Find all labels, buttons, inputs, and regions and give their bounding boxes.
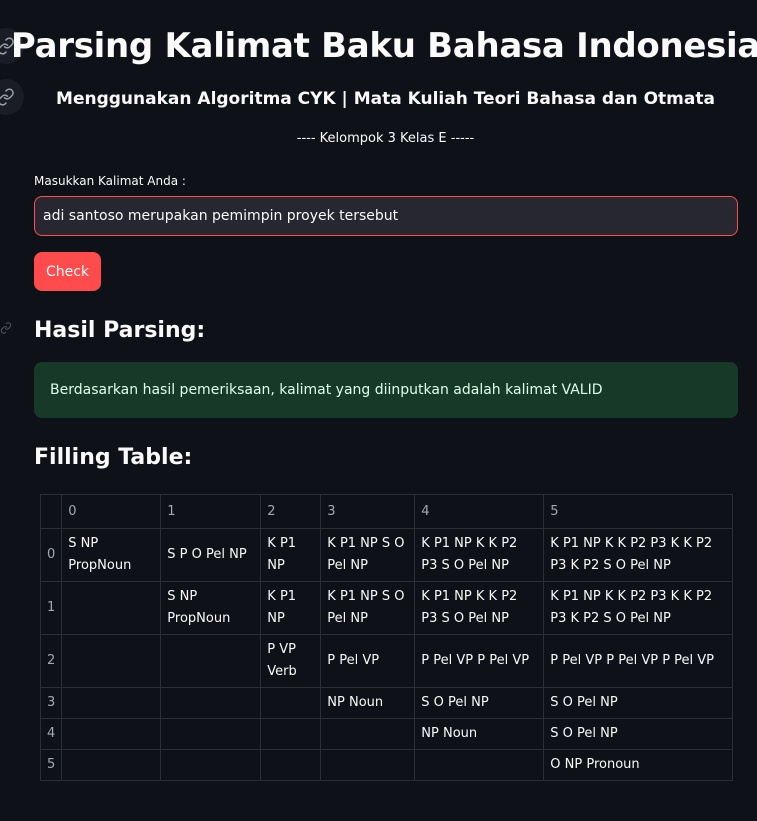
table-cell: [260, 718, 322, 750]
table-row: 1 S NP PropNoun K P1 NP K P1 NP S O Pel …: [39, 581, 734, 635]
table-heading: Filling Table:: [34, 445, 193, 470]
table-row: 2 P VP Verb P Pel VP P Pel VP P Pel VP P…: [39, 634, 734, 688]
table-cell: [160, 718, 262, 750]
column-header[interactable]: 0: [61, 494, 162, 529]
column-header[interactable]: 3: [320, 494, 416, 529]
table-cell: K P1 NP K K P2 P3 K K P2 P3 K P2 S O Pel…: [543, 581, 734, 635]
check-button[interactable]: Check: [34, 252, 101, 291]
row-index: 4: [39, 718, 63, 750]
table-cell: S O Pel NP: [543, 687, 734, 719]
table-row: 5 O NP Pronoun: [39, 749, 734, 781]
row-index: 2: [39, 634, 63, 688]
success-alert: Berdasarkan hasil pemeriksaan, kalimat y…: [34, 362, 738, 418]
table-cell: O NP Pronoun: [543, 749, 734, 781]
row-index: 1: [39, 581, 63, 635]
table-cell: [61, 718, 162, 750]
table-row: 3 NP Noun S O Pel NP S O Pel NP: [39, 687, 734, 719]
table-cell: K P1 NP: [260, 528, 322, 582]
row-index: 3: [39, 687, 63, 719]
table-cell: S NP PropNoun: [61, 528, 162, 582]
table-cell: [61, 687, 162, 719]
row-index: 5: [39, 749, 63, 781]
table-cell: [160, 634, 262, 688]
table-header-row: 0 1 2 3 4 5: [39, 494, 734, 529]
column-header[interactable]: 1: [160, 494, 262, 529]
table-row: 0 S NP PropNoun S P O Pel NP K P1 NP K P…: [39, 528, 734, 582]
table-cell: [414, 749, 545, 781]
table-cell: P Pel VP: [320, 634, 416, 688]
table-cell: S NP PropNoun: [160, 581, 262, 635]
index-header: [39, 494, 63, 529]
table-cell: [320, 718, 416, 750]
table-cell: [61, 634, 162, 688]
table-cell: S O Pel NP: [543, 718, 734, 750]
table-cell: [61, 749, 162, 781]
table-cell: NP Noun: [414, 718, 545, 750]
sentence-input-value: adi santoso merupakan pemimpin proyek te…: [43, 208, 399, 224]
group-caption: ---- Kelompok 3 Kelas E -----: [296, 131, 475, 146]
table-cell: K P1 NP K K P2 P3 K K P2 P3 K P2 S O Pel…: [543, 528, 734, 582]
section-anchor-link-icon[interactable]: [0, 322, 12, 334]
table-cell: [260, 749, 322, 781]
column-header[interactable]: 5: [543, 494, 734, 529]
table-cell: K P1 NP S O Pel NP: [320, 528, 416, 582]
sentence-input-label: Masukkan Kalimat Anda :: [34, 174, 186, 188]
sentence-input[interactable]: adi santoso merupakan pemimpin proyek te…: [34, 196, 738, 236]
table-cell: [320, 749, 416, 781]
filling-table: 0 1 2 3 4 5 0 S NP PropNoun S P O Pel NP…: [39, 494, 734, 781]
success-message: Berdasarkan hasil pemeriksaan, kalimat y…: [50, 382, 603, 398]
table-cell: [61, 581, 162, 635]
table-cell: [160, 687, 262, 719]
page-title: Parsing Kalimat Baku Bahasa Indonesia: [10, 26, 757, 66]
table-cell: S P O Pel NP: [160, 528, 262, 582]
table-row: 4 NP Noun S O Pel NP: [39, 718, 734, 750]
table-cell: NP Noun: [320, 687, 416, 719]
table-cell: K P1 NP K K P2 P3 S O Pel NP: [414, 528, 545, 582]
table-cell: P VP Verb: [260, 634, 322, 688]
table-cell: [160, 749, 262, 781]
table-cell: [260, 687, 322, 719]
table-cell: K P1 NP: [260, 581, 322, 635]
table-cell: S O Pel NP: [414, 687, 545, 719]
table-cell: P Pel VP P Pel VP: [414, 634, 545, 688]
table-cell: P Pel VP P Pel VP P Pel VP: [543, 634, 734, 688]
table-cell: K P1 NP K K P2 P3 S O Pel NP: [414, 581, 545, 635]
table-cell: K P1 NP S O Pel NP: [320, 581, 416, 635]
column-header[interactable]: 2: [260, 494, 322, 529]
row-index: 0: [39, 528, 63, 582]
result-heading: Hasil Parsing:: [34, 318, 206, 343]
column-header[interactable]: 4: [414, 494, 545, 529]
page-subtitle: Menggunakan Algoritma CYK | Mata Kuliah …: [56, 89, 715, 109]
